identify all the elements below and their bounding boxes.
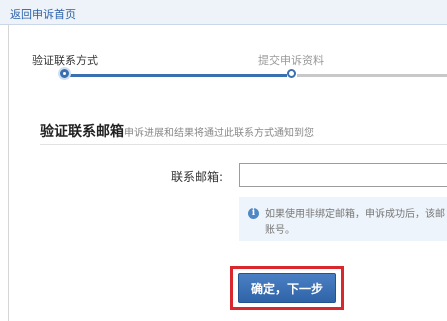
section-hint: 申诉进展和结果将通过此联系方式通知到您	[124, 128, 314, 139]
email-field-label: 联系邮箱:	[171, 170, 224, 184]
step-1-marker	[60, 69, 69, 78]
email-field[interactable]	[239, 163, 447, 187]
step-2-marker	[287, 69, 296, 78]
back-to-appeal-home-link[interactable]: 返回申诉首页	[10, 6, 76, 22]
notice-text-line-1: 如果使用非绑定邮箱，申诉成功后，该邮	[265, 209, 445, 220]
confirm-next-button[interactable]: 确定，下一步	[238, 273, 336, 303]
step-2-label: 提交申诉资料	[258, 54, 324, 67]
top-bar: 返回申诉首页	[0, 0, 447, 25]
notice-text-line-2: 账号。	[265, 225, 295, 236]
email-notice: i 如果使用非绑定邮箱，申诉成功后，该邮 账号。	[239, 197, 447, 241]
progress-track-remaining	[297, 74, 447, 77]
progress-track-completed	[67, 74, 287, 77]
section-title: 验证联系邮箱	[40, 124, 124, 140]
info-icon: i	[248, 208, 259, 219]
step-1-label: 验证联系方式	[32, 54, 98, 67]
section-divider	[40, 144, 447, 145]
